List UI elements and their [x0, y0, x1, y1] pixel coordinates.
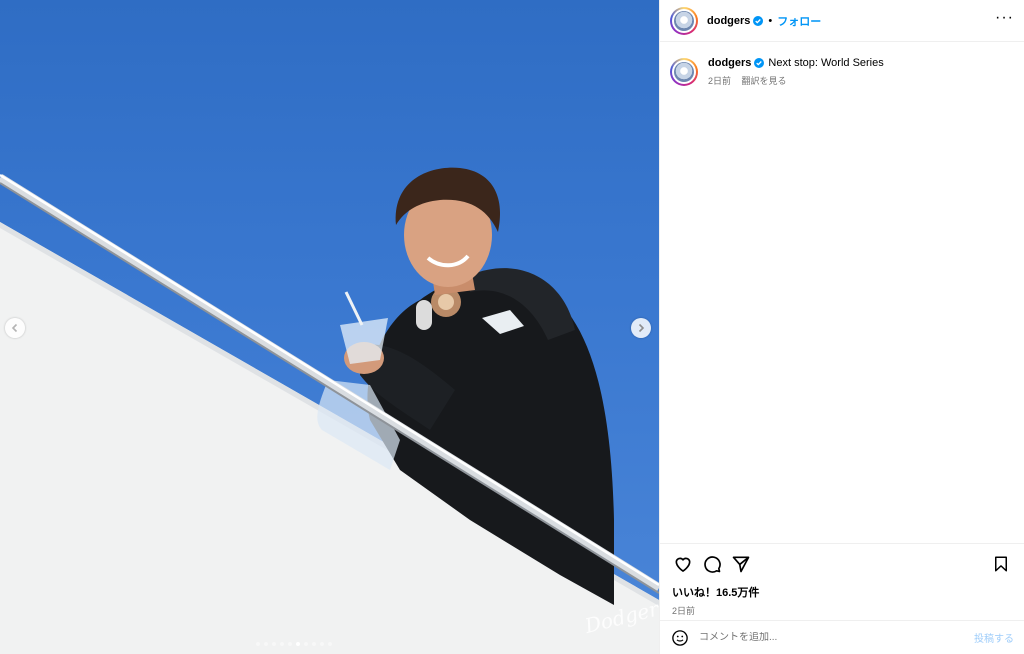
carousel-dot	[320, 642, 324, 646]
carousel-previous-button[interactable]	[5, 318, 25, 338]
caption-text: Next stop: World Series	[768, 57, 884, 69]
carousel-dot	[312, 642, 316, 646]
carousel-indicator	[256, 642, 332, 646]
carousel-dot	[328, 642, 332, 646]
more-options-icon[interactable]: ···	[995, 9, 1014, 29]
like-count[interactable]: いいね！16.5万件	[672, 584, 1012, 600]
post-header: dodgers • フォロー ···	[660, 0, 1024, 42]
caption: dodgers Next stop: World Series 2日前 翻訳を見る	[660, 42, 1024, 89]
bookmark-icon	[995, 556, 1007, 572]
post-media[interactable]: Dodgers	[0, 0, 659, 654]
like-button[interactable]	[672, 553, 694, 575]
comment-button[interactable]	[701, 553, 723, 575]
caption-username[interactable]: dodgers	[708, 57, 751, 69]
verified-badge-icon	[753, 15, 764, 26]
chevron-right-icon	[638, 323, 645, 333]
post-actions: いいね！16.5万件 2日前	[660, 543, 1024, 617]
post-date[interactable]: 2日前	[672, 604, 1012, 617]
comment-composer: 投稿する	[660, 620, 1024, 654]
carousel-dot	[280, 642, 284, 646]
translate-link[interactable]: 翻訳を見る	[742, 76, 787, 86]
post-sidebar: dodgers • フォロー ··· dodgers Next stop: Wor…	[659, 0, 1024, 654]
post-photo	[0, 167, 659, 654]
separator: •	[768, 14, 773, 27]
carousel-dot	[272, 642, 276, 646]
chevron-left-icon	[11, 323, 18, 333]
share-button[interactable]	[730, 553, 752, 575]
carousel-dot	[288, 642, 292, 646]
carousel-dot	[264, 642, 268, 646]
carousel-dot	[256, 642, 260, 646]
carousel-next-button[interactable]	[631, 318, 651, 338]
carousel-dot	[296, 642, 300, 646]
avatar[interactable]	[670, 6, 698, 35]
header-username[interactable]: dodgers	[707, 15, 750, 27]
caption-time[interactable]: 2日前	[708, 76, 731, 86]
follow-button[interactable]: フォロー	[777, 13, 821, 29]
post-comment-button[interactable]: 投稿する	[974, 630, 1014, 645]
verified-badge-icon	[754, 58, 765, 69]
comment-input[interactable]	[699, 632, 974, 643]
emoji-icon[interactable]	[671, 629, 689, 647]
save-button[interactable]	[990, 553, 1012, 575]
avatar[interactable]	[670, 58, 698, 86]
carousel-dot	[304, 642, 308, 646]
comment-icon	[704, 556, 721, 573]
heart-icon	[675, 557, 691, 572]
instagram-post: Dodgers dodgers • フォロー ··· dodgers Next s…	[0, 0, 1024, 654]
paper-plane-icon	[732, 556, 750, 573]
caption-body: dodgers Next stop: World Series 2日前 翻訳を見る	[708, 56, 884, 89]
